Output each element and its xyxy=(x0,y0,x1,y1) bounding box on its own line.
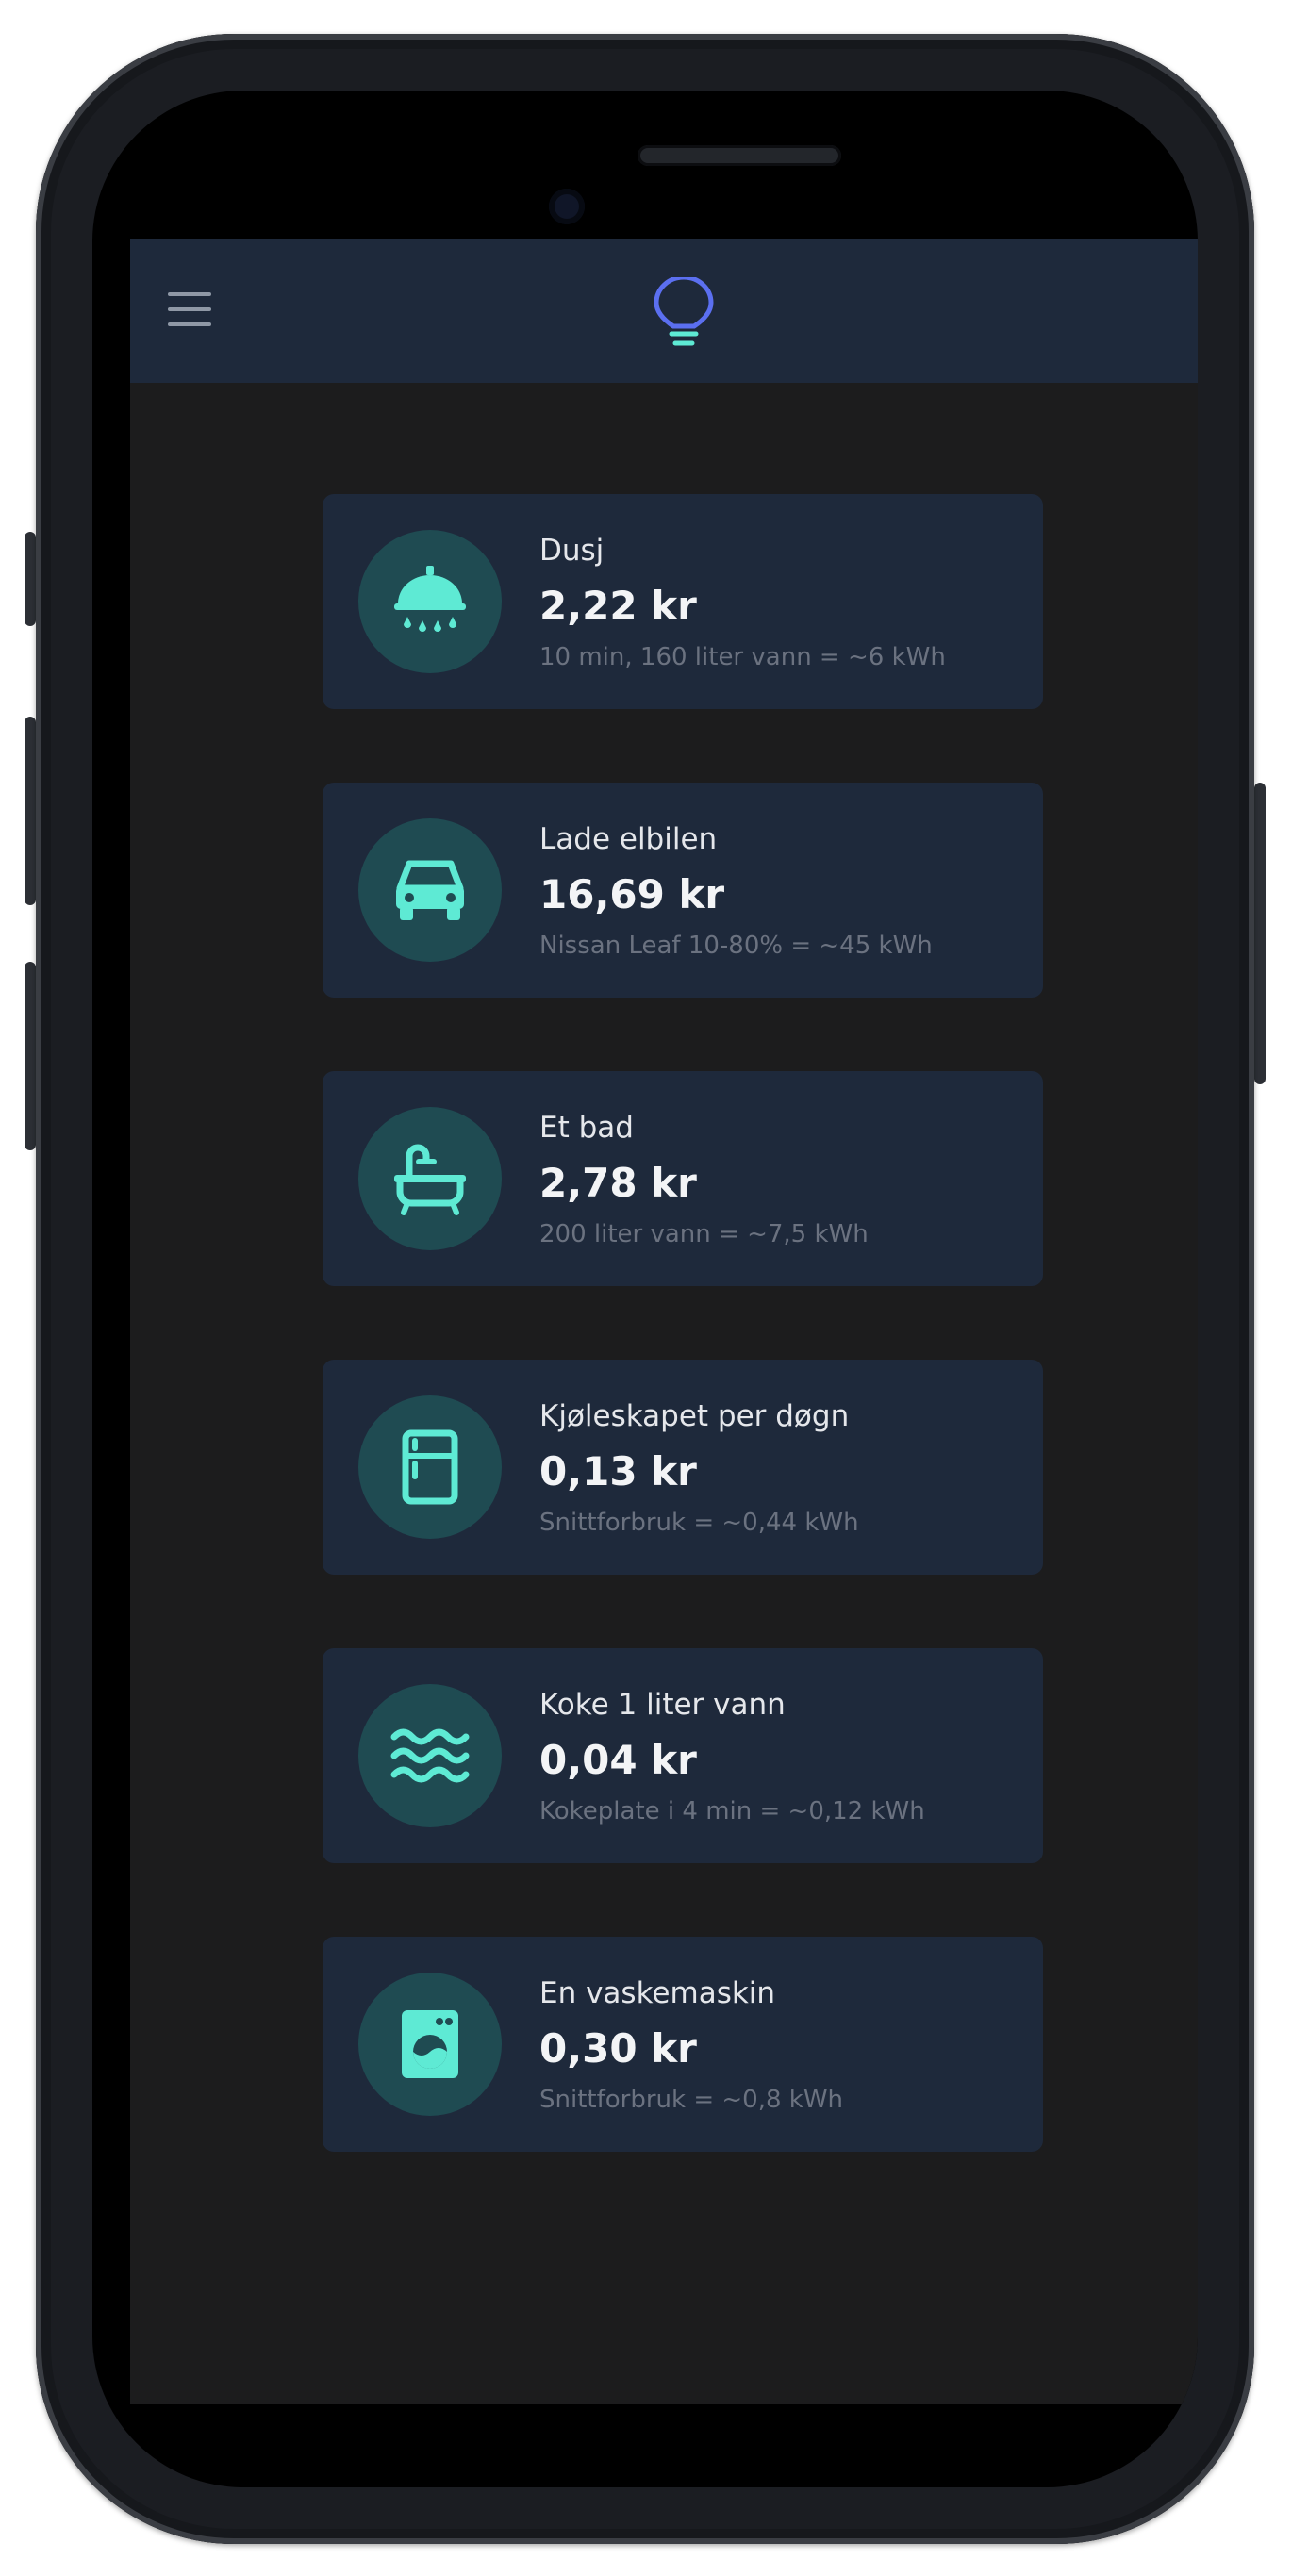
car-icon xyxy=(396,860,464,920)
card-title: Dusj xyxy=(539,534,605,568)
card-bath[interactable]: Et bad 2,78 kr 200 liter vann = ~7,5 kWh xyxy=(323,1071,1043,1286)
earpiece-speaker xyxy=(638,145,841,166)
notch xyxy=(404,91,886,192)
card-washing-machine[interactable]: En vaskemaskin 0,30 kr Snittforbruk = ~0… xyxy=(323,1937,1043,2152)
card-title: Kjøleskapet per døgn xyxy=(539,1399,850,1433)
icon-circle xyxy=(358,1684,502,1827)
phone-screen: Dusj 2,22 kr 10 min, 160 liter vann = ~6… xyxy=(92,91,1198,2487)
hamburger-menu-icon[interactable] xyxy=(168,292,211,326)
shower-icon xyxy=(394,566,466,632)
card-price: 2,22 kr xyxy=(539,583,697,629)
card-detail: Snittforbruk = ~0,8 kWh xyxy=(539,2086,844,2114)
icon-circle xyxy=(358,1107,502,1250)
card-car-charging[interactable]: Lade elbilen 16,69 kr Nissan Leaf 10-80%… xyxy=(323,783,1043,998)
card-title: Et bad xyxy=(539,1111,634,1145)
icon-circle xyxy=(358,818,502,962)
card-title: Lade elbilen xyxy=(539,822,718,856)
power-button xyxy=(1254,783,1266,1084)
front-camera xyxy=(549,189,585,224)
lightbulb-icon xyxy=(654,277,714,346)
card-price: 2,78 kr xyxy=(539,1160,697,1206)
card-detail: Kokeplate i 4 min = ~0,12 kWh xyxy=(539,1797,925,1825)
card-price: 16,69 kr xyxy=(539,871,725,917)
icon-circle xyxy=(358,1973,502,2116)
bathtub-icon xyxy=(394,1144,466,1215)
card-detail: Nissan Leaf 10-80% = ~45 kWh xyxy=(539,932,933,960)
card-price: 0,04 kr xyxy=(539,1737,697,1783)
card-title: Koke 1 liter vann xyxy=(539,1688,786,1722)
volume-up-button xyxy=(25,717,36,905)
icon-circle xyxy=(358,1395,502,1539)
card-detail: 200 liter vann = ~7,5 kWh xyxy=(539,1220,869,1248)
waves-icon xyxy=(390,1728,470,1783)
refrigerator-icon xyxy=(402,1429,458,1505)
card-detail: Snittforbruk = ~0,44 kWh xyxy=(539,1509,859,1537)
card-boil-water[interactable]: Koke 1 liter vann 0,04 kr Kokeplate i 4 … xyxy=(323,1648,1043,1863)
card-price: 0,30 kr xyxy=(539,2025,697,2072)
phone-frame: Dusj 2,22 kr 10 min, 160 liter vann = ~6… xyxy=(36,34,1254,2544)
icon-circle xyxy=(358,530,502,673)
card-shower[interactable]: Dusj 2,22 kr 10 min, 160 liter vann = ~6… xyxy=(323,494,1043,709)
washing-machine-icon xyxy=(402,2010,458,2078)
card-detail: 10 min, 160 liter vann = ~6 kWh xyxy=(539,643,946,671)
card-fridge[interactable]: Kjøleskapet per døgn 0,13 kr Snittforbru… xyxy=(323,1360,1043,1575)
card-price: 0,13 kr xyxy=(539,1448,697,1494)
mute-switch xyxy=(25,532,36,626)
volume-down-button xyxy=(25,962,36,1150)
app-view: Dusj 2,22 kr 10 min, 160 liter vann = ~6… xyxy=(130,239,1198,2404)
top-navigation-bar xyxy=(130,239,1198,383)
card-title: En vaskemaskin xyxy=(539,1976,776,2010)
